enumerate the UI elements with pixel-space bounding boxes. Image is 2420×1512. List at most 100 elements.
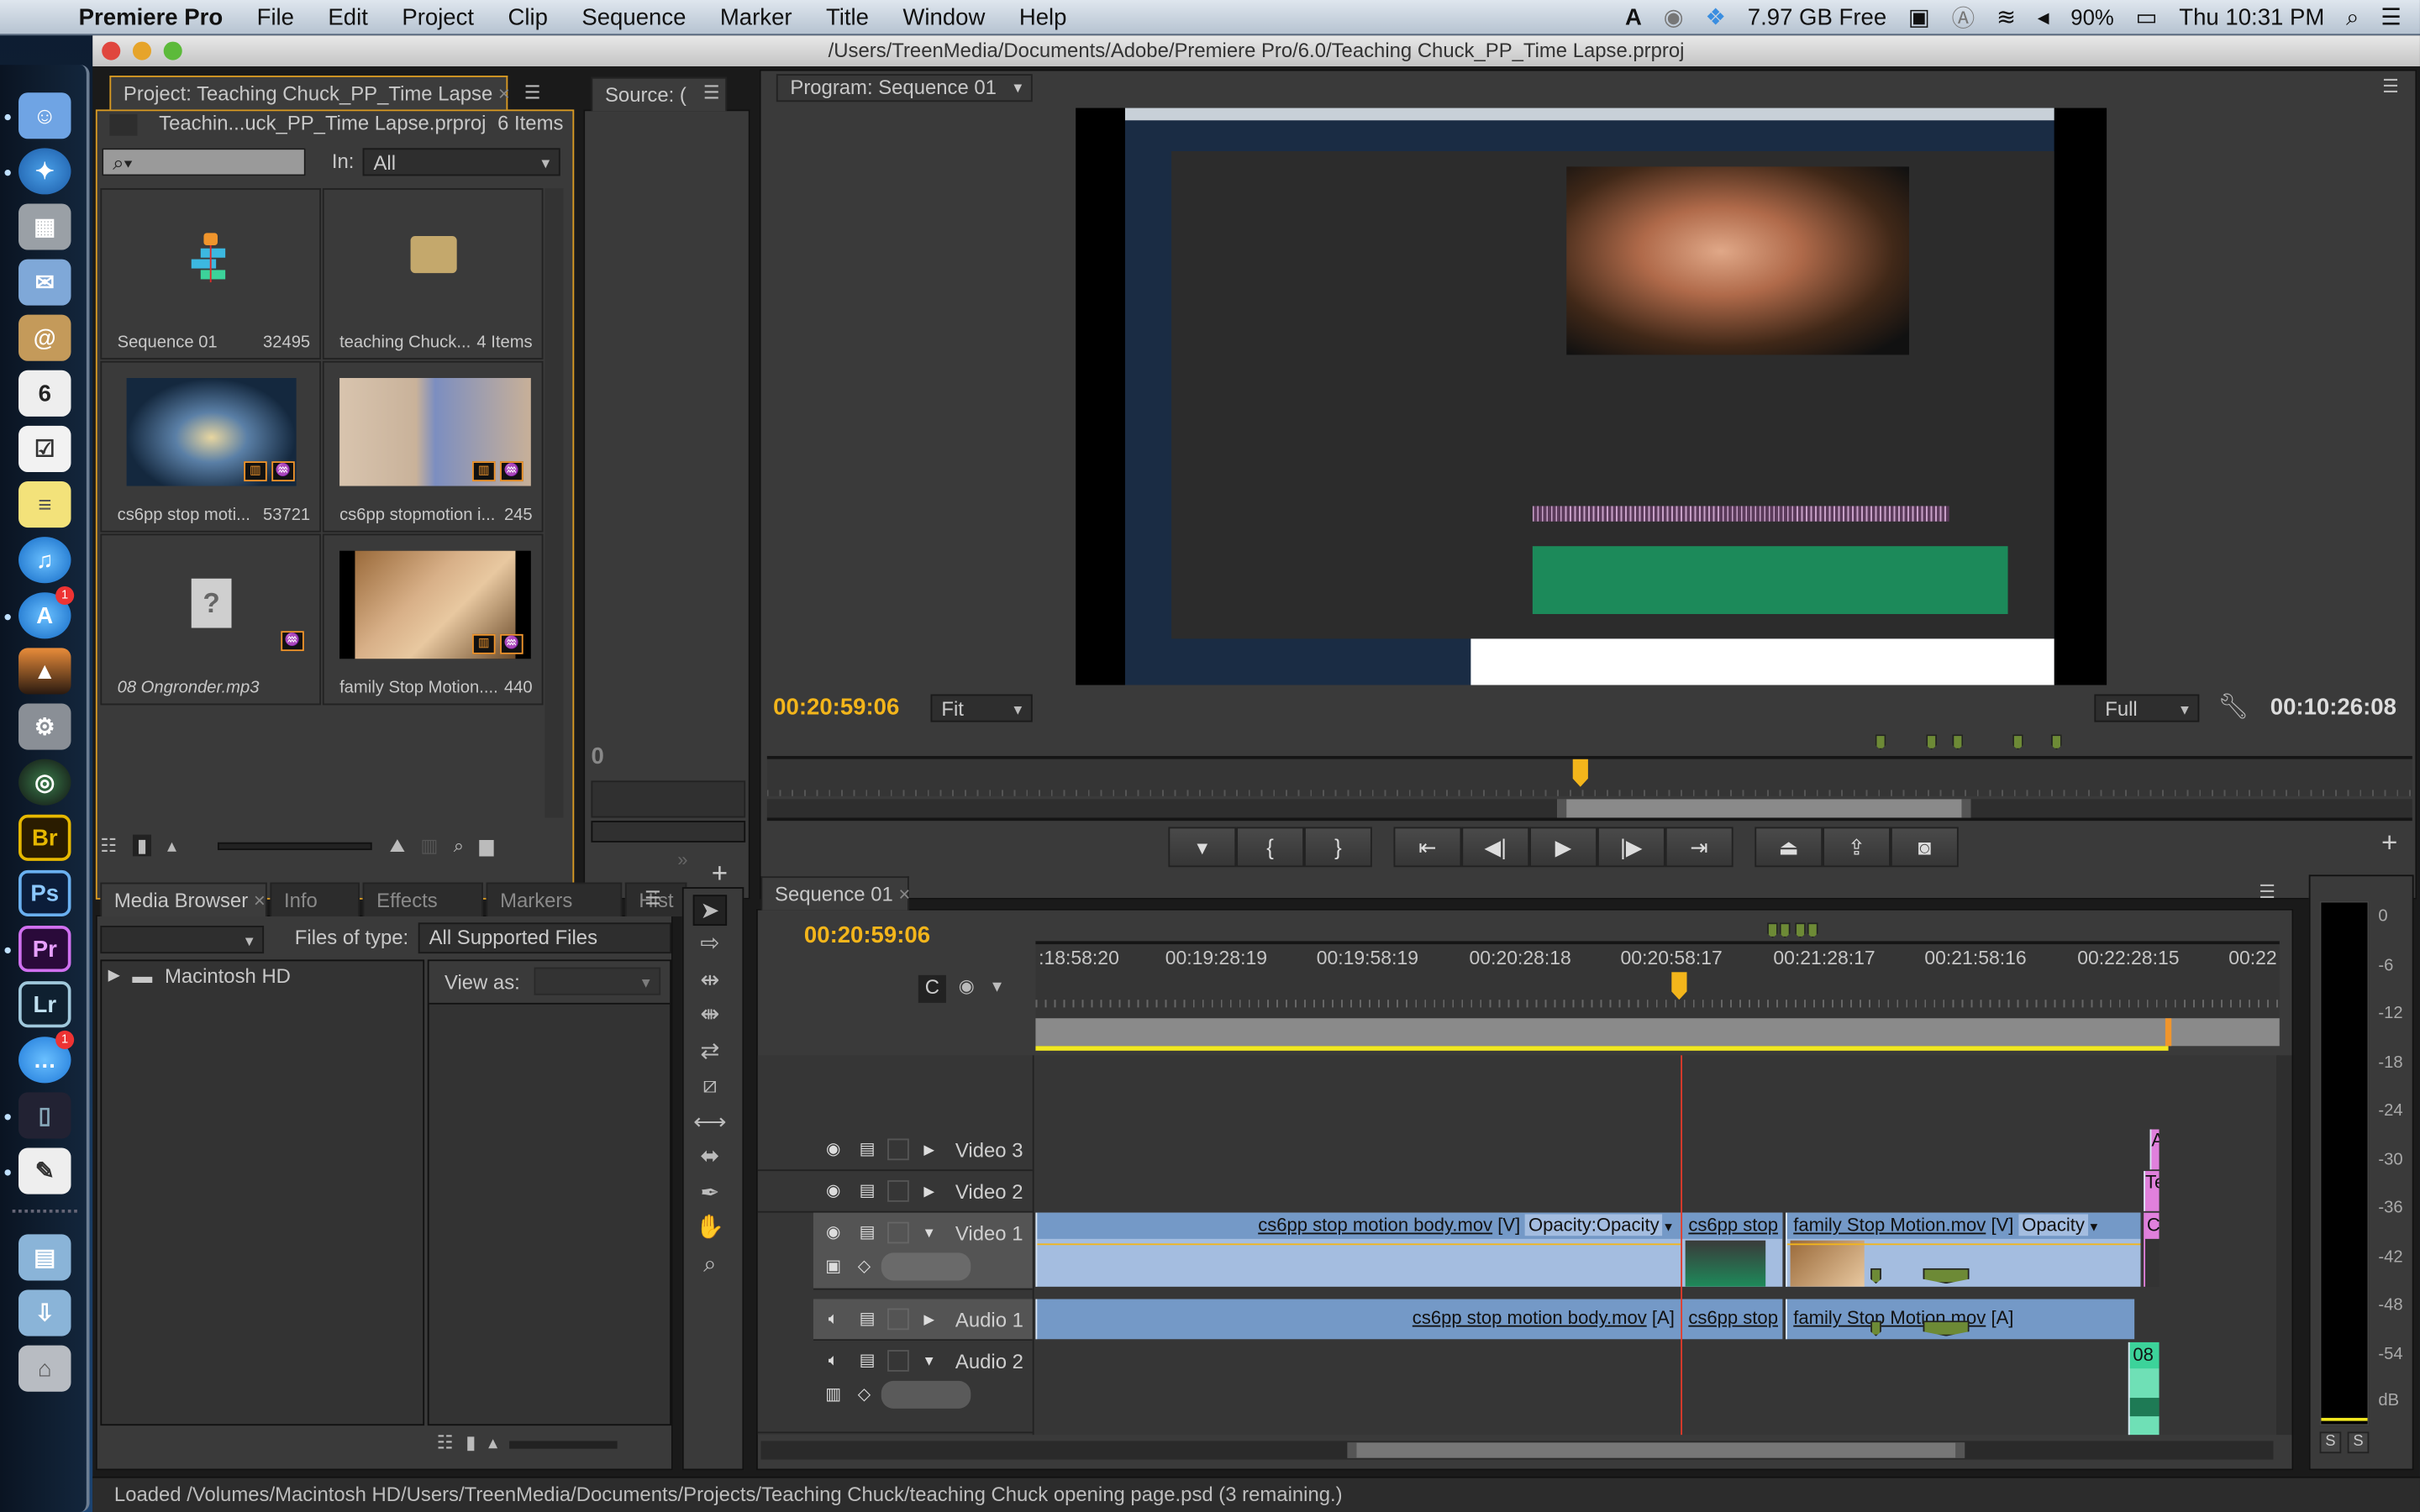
- automate-icon[interactable]: ▥: [421, 835, 439, 857]
- clip-fx-menu[interactable]: Opacity:Opacity: [1525, 1214, 1663, 1236]
- dock-calculator-icon[interactable]: ▦: [18, 203, 71, 250]
- lift-button[interactable]: ⏏: [1754, 827, 1823, 868]
- menu-window[interactable]: Window: [886, 4, 1002, 30]
- waveform-display-icon[interactable]: ▥: [823, 1384, 844, 1406]
- add-button-icon[interactable]: +: [2381, 827, 2397, 859]
- track-lock-toggle[interactable]: [887, 1308, 909, 1331]
- files-of-type-select[interactable]: All Supported Files: [418, 922, 671, 954]
- keyframe-navigator[interactable]: [881, 1252, 971, 1281]
- tab-effects[interactable]: Effects: [362, 882, 483, 916]
- dock-premiere-icon[interactable]: Pr: [18, 926, 71, 973]
- dock-iphoto-icon[interactable]: ▲: [18, 648, 71, 695]
- dock-reminders-icon[interactable]: ☑: [18, 425, 71, 473]
- selection-tool-icon[interactable]: ➤: [692, 895, 728, 927]
- clip-a2-audio[interactable]: 08: [2128, 1341, 2160, 1436]
- clock[interactable]: Thu 10:31 PM: [2179, 4, 2324, 30]
- battery-icon[interactable]: ▭: [2136, 3, 2158, 31]
- keyframe-icon[interactable]: ◇: [854, 1256, 876, 1278]
- battery-percent[interactable]: 90%: [2070, 5, 2113, 29]
- extract-button[interactable]: ⇪: [1823, 827, 1891, 868]
- project-item[interactable]: ? ♒ 08 Ongronder.mp3: [100, 533, 322, 706]
- scrollbar-thumb[interactable]: [1347, 1442, 1965, 1458]
- dock-mail-icon[interactable]: ✉: [18, 259, 71, 306]
- zoom-bar-handle[interactable]: [1557, 799, 1971, 818]
- adobe-icon[interactable]: A: [1625, 4, 1642, 30]
- project-item[interactable]: Sequence 01 32495: [100, 188, 322, 360]
- project-item[interactable]: ▥ ♒ cs6pp stop moti... 53721: [100, 360, 322, 533]
- close-window-button[interactable]: [102, 41, 121, 60]
- sync-lock-icon[interactable]: ▤: [856, 1138, 878, 1160]
- track-lock-toggle[interactable]: [887, 1221, 909, 1244]
- panel-menu-icon[interactable]: ☰: [2252, 879, 2283, 904]
- tracks-vertical-scrollbar[interactable]: [2276, 1055, 2292, 1436]
- marker[interactable]: [2012, 734, 2023, 750]
- source-time-ruler[interactable]: [591, 780, 746, 818]
- disk-free-status[interactable]: 7.97 GB Free: [1748, 4, 1886, 30]
- airplay-icon[interactable]: ▣: [1908, 3, 1930, 31]
- menu-sequence[interactable]: Sequence: [565, 4, 702, 30]
- work-area-bar[interactable]: [1035, 1018, 2280, 1047]
- small-thumb-icon[interactable]: ▴: [167, 835, 176, 857]
- clip-fx-menu[interactable]: Opacity: [2018, 1214, 2088, 1236]
- solo-left-button[interactable]: S: [2319, 1431, 2342, 1454]
- zoom-tool-icon[interactable]: ⌕: [693, 1250, 727, 1281]
- large-thumb-icon[interactable]: ⛰: [390, 834, 406, 858]
- dock-textedit-icon[interactable]: ✎: [18, 1147, 71, 1194]
- source-zoom-bar[interactable]: [591, 821, 746, 843]
- expand-arrow-icon[interactable]: ▶: [108, 968, 120, 984]
- track-select-tool-icon[interactable]: ⇨: [693, 929, 727, 960]
- program-video-frame[interactable]: [1076, 108, 2107, 685]
- add-button-icon[interactable]: +: [712, 858, 728, 890]
- marker[interactable]: [1807, 922, 1818, 938]
- menu-marker[interactable]: Marker: [703, 4, 809, 30]
- spotlight-icon[interactable]: ⌕: [2346, 4, 2359, 30]
- panel-menu-icon[interactable]: ☰: [638, 885, 669, 910]
- keyframe-navigator[interactable]: [881, 1380, 971, 1409]
- display-style-icon[interactable]: ▣: [823, 1256, 844, 1278]
- sync-lock-icon[interactable]: ▤: [856, 1350, 878, 1372]
- dock-trash-icon[interactable]: ⌂: [18, 1345, 71, 1392]
- list-view-icon[interactable]: ☷: [100, 835, 117, 857]
- marker[interactable]: [1767, 922, 1778, 938]
- tab-media-browser[interactable]: Media Browser ×: [100, 882, 267, 916]
- clip-v1-cs6pp-stop[interactable]: cs6pp stop: [1681, 1212, 1783, 1287]
- time-machine-icon[interactable]: Ⓐ: [1952, 1, 1975, 34]
- menu-file[interactable]: File: [239, 4, 311, 30]
- rate-stretch-tool-icon[interactable]: ⇄: [693, 1037, 727, 1068]
- go-to-in-button[interactable]: ⇤: [1393, 827, 1462, 868]
- in-filter-select[interactable]: All: [362, 148, 560, 177]
- timeline-horizontal-scrollbar[interactable]: [760, 1441, 2274, 1460]
- collapse-arrow-icon[interactable]: ▼: [918, 1222, 940, 1244]
- tab-project[interactable]: Project: Teaching Chuck_PP_Time Lapse ×: [109, 75, 510, 110]
- list-view-icon[interactable]: ☷: [437, 1431, 454, 1453]
- timeline-ruler[interactable]: :18:58:20 00:19:28:19 00:19:58:19 00:20:…: [1035, 941, 2280, 1019]
- dock-aperture-icon[interactable]: ◎: [18, 759, 71, 806]
- step-back-button[interactable]: ◀|: [1461, 827, 1530, 868]
- icon-view-icon[interactable]: ▮: [132, 834, 152, 857]
- expand-arrow-icon[interactable]: ▶: [918, 1138, 940, 1160]
- slide-tool-icon[interactable]: ⬌: [693, 1142, 727, 1173]
- menu-title[interactable]: Title: [809, 4, 886, 30]
- menu-app[interactable]: Premiere Pro: [61, 4, 239, 30]
- more-icon[interactable]: »: [677, 848, 687, 870]
- razor-tool-icon[interactable]: ⧄: [693, 1071, 727, 1102]
- new-bin-icon[interactable]: ▆: [479, 835, 493, 857]
- add-marker-button[interactable]: ▾: [1168, 827, 1237, 868]
- program-zoom-bar[interactable]: [766, 799, 2412, 822]
- menu-clip[interactable]: Clip: [491, 4, 565, 30]
- clip-v1-title[interactable]: C: [2144, 1212, 2160, 1287]
- tab-markers[interactable]: Markers: [486, 882, 623, 916]
- close-tab-icon[interactable]: ×: [498, 81, 510, 105]
- clip-v3-title[interactable]: A: [2149, 1129, 2160, 1170]
- track-lock-toggle[interactable]: [887, 1180, 909, 1202]
- project-search-input[interactable]: ⌕▾: [102, 148, 306, 176]
- bin-up-icon[interactable]: [109, 113, 138, 136]
- opacity-rubberband[interactable]: [1786, 1243, 2141, 1246]
- go-to-out-button[interactable]: ⇥: [1665, 827, 1733, 868]
- marker[interactable]: [1926, 734, 1938, 750]
- playhead-icon[interactable]: [1671, 972, 1687, 1000]
- pen-tool-icon[interactable]: ✒: [693, 1179, 727, 1210]
- clip-v1-family-stop-motion[interactable]: family Stop Motion.mov [V] Opacity ▼: [1786, 1212, 2141, 1287]
- view-as-select[interactable]: [534, 967, 661, 997]
- project-item[interactable]: ▥ ♒ cs6pp stopmotion i... 245: [322, 360, 544, 533]
